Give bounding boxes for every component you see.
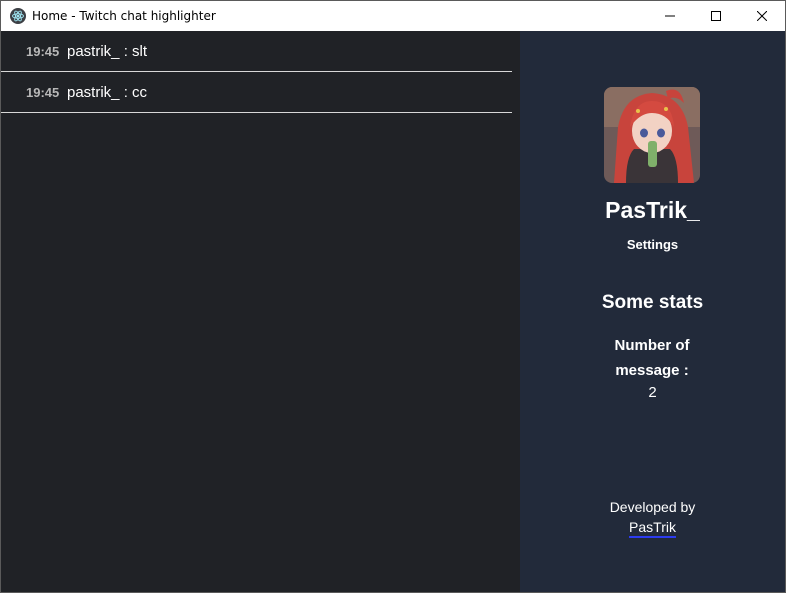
maximize-button[interactable] [693,1,739,31]
message-text: pastrik_ : slt [67,42,148,60]
username: PasTrik_ [605,197,700,223]
developer-link-wrap: PasTrik [520,519,785,538]
message-time: 19:45 [26,43,60,59]
message-time: 19:45 [26,84,60,100]
chat-panel[interactable]: 19:45 pastrik_ : slt 19:45 pastrik_ : cc [1,31,520,592]
window-title: Home - Twitch chat highlighter [32,9,216,23]
chat-message[interactable]: 19:45 pastrik_ : cc [1,72,512,113]
message-text: pastrik_ : cc [67,83,148,101]
developed-by-label: Developed by [609,499,696,515]
maximize-icon [711,11,721,21]
chat-message[interactable]: 19:45 pastrik_ : slt [1,31,512,72]
minimize-icon [665,11,675,21]
developer-link[interactable]: PasTrik [629,519,676,538]
minimize-button[interactable] [647,1,693,31]
stats-heading: Some stats [601,292,704,313]
window-controls [647,1,785,31]
title-bar[interactable]: Home - Twitch chat highlighter [1,1,785,31]
settings-link[interactable]: Settings [520,237,785,252]
message-count-label: Number of message : [614,337,690,379]
avatar [604,87,700,183]
profile-sidebar: PasTrik_ Settings Some stats Number of m… [520,31,785,592]
app-window: Home - Twitch chat highlighter 19:45 pas… [0,0,786,593]
main-content: 19:45 pastrik_ : slt 19:45 pastrik_ : cc [1,31,785,592]
close-button[interactable] [739,1,785,31]
close-icon [757,11,767,21]
electron-icon [10,8,26,24]
message-count-value: 2 [648,384,657,401]
